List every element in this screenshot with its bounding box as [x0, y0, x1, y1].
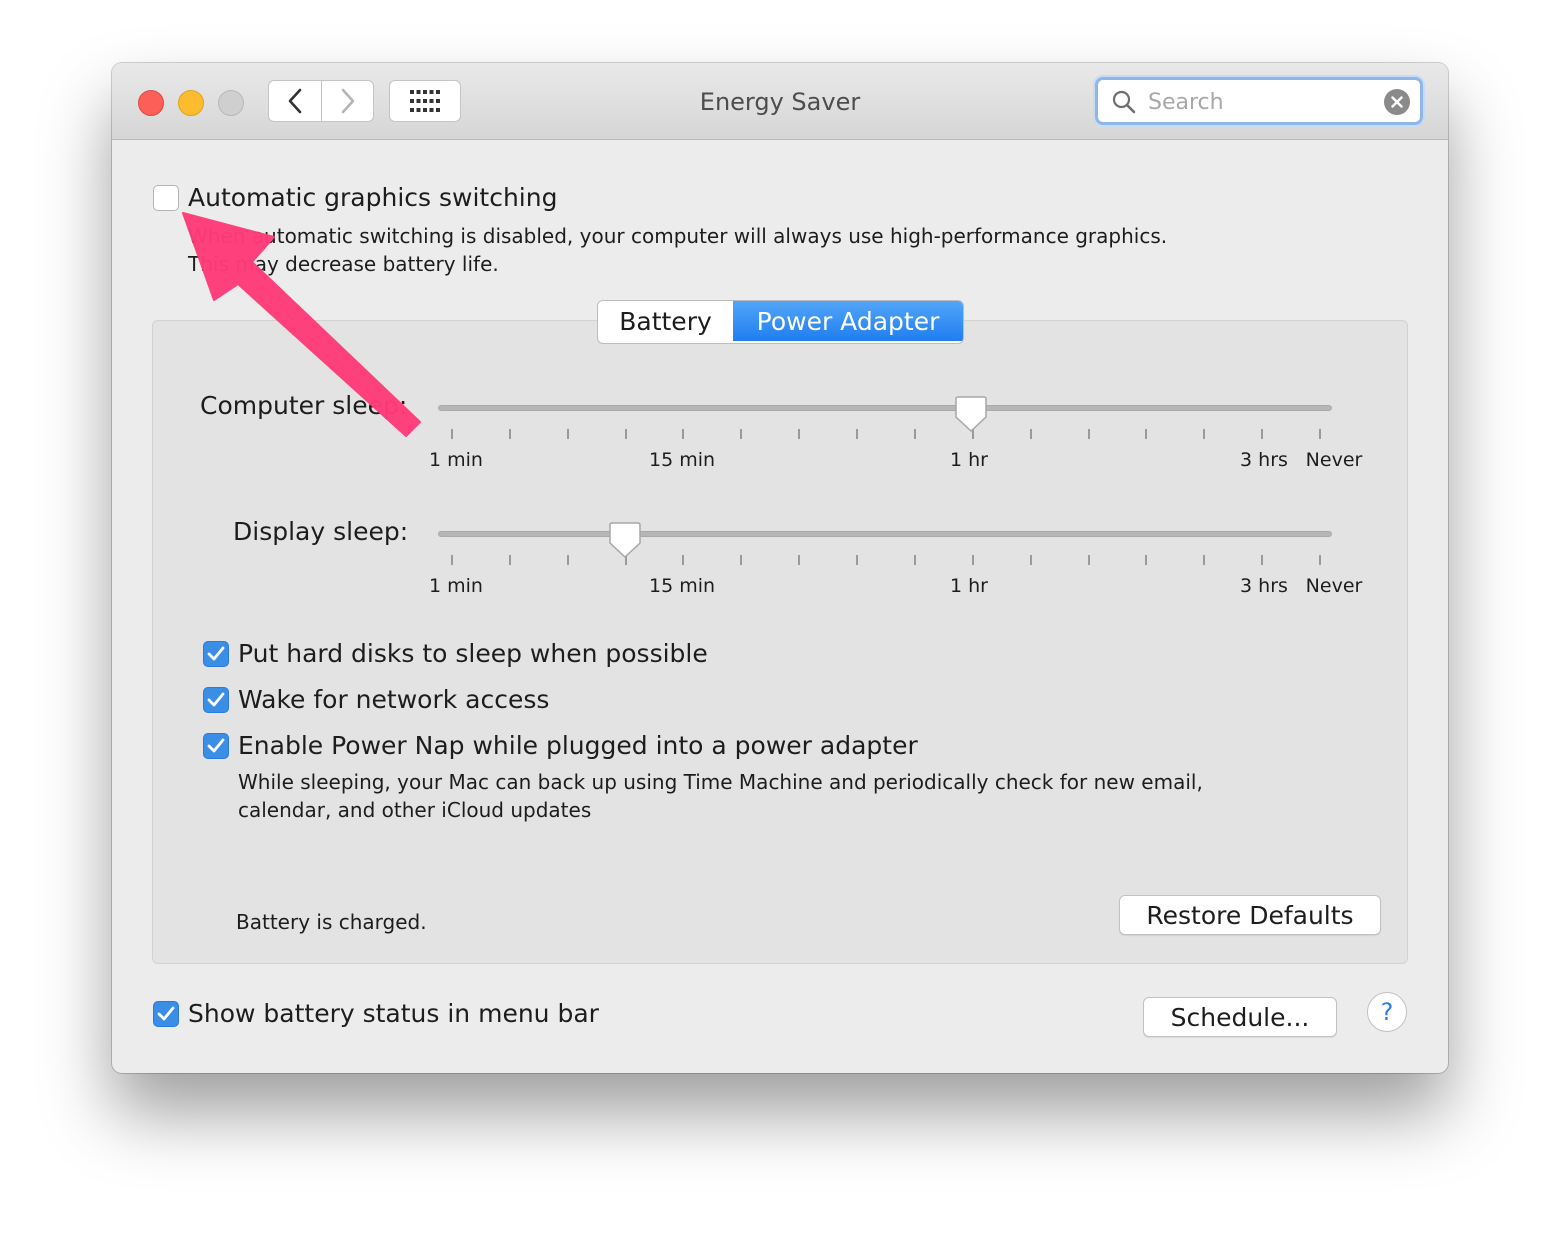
- display-sleep-slider-thumb[interactable]: [609, 521, 641, 559]
- power-nap-checkbox[interactable]: [203, 733, 229, 759]
- slider-tick: [856, 429, 859, 439]
- help-icon: ?: [1380, 998, 1394, 1026]
- slider-tick: [856, 555, 859, 565]
- slider-tick: [1203, 429, 1206, 439]
- power-nap-label: Enable Power Nap while plugged into a po…: [238, 731, 918, 760]
- graphics-switching-label: Automatic graphics switching: [188, 183, 558, 212]
- slider-tick: [913, 429, 916, 439]
- computer-sleep-slider[interactable]: [438, 405, 1332, 411]
- hard-disk-sleep-label: Put hard disks to sleep when possible: [238, 639, 708, 668]
- slider-tick: [1261, 429, 1264, 439]
- slider-tick: [1087, 555, 1090, 565]
- show-battery-status-label: Show battery status in menu bar: [188, 999, 599, 1028]
- slider-tick: [1145, 555, 1148, 565]
- display-sleep-tick-labels: 1 min 15 min 1 hr 3 hrs Never: [112, 575, 1448, 605]
- checkmark-icon: [207, 646, 225, 661]
- slider-tick: [624, 429, 627, 439]
- tick-label-3-hrs: 3 hrs: [1240, 449, 1288, 471]
- tick-label-1-hr: 1 hr: [950, 449, 988, 471]
- slider-tick: [566, 429, 569, 439]
- wake-network-checkbox[interactable]: [203, 687, 229, 713]
- tick-label-1-hr: 1 hr: [950, 575, 988, 597]
- slider-tick: [798, 429, 801, 439]
- slider-tick: [1029, 429, 1032, 439]
- show-battery-status-checkbox[interactable]: [153, 1001, 179, 1027]
- slider-tick: [1145, 429, 1148, 439]
- tick-label-never: Never: [1305, 575, 1363, 597]
- schedule-button[interactable]: Schedule...: [1143, 997, 1337, 1037]
- slider-tick: [451, 429, 453, 439]
- display-sleep-slider[interactable]: [438, 531, 1332, 537]
- slider-tick: [1203, 555, 1206, 565]
- display-sleep-label: Display sleep:: [233, 517, 409, 546]
- graphics-switching-description-line2: This may decrease battery life.: [188, 252, 499, 276]
- clear-icon: [1391, 96, 1403, 108]
- search-icon: [1112, 90, 1136, 114]
- search-input[interactable]: [1146, 86, 1380, 118]
- power-nap-description-line2: calendar, and other iCloud updates: [238, 798, 592, 822]
- slider-tick: [740, 429, 743, 439]
- tab-power-adapter[interactable]: Power Adapter: [733, 301, 963, 341]
- slider-tick: [740, 555, 743, 565]
- tick-label-3-hrs: 3 hrs: [1240, 575, 1288, 597]
- slider-tick: [682, 429, 685, 439]
- wake-network-label: Wake for network access: [238, 685, 550, 714]
- power-nap-description-line1: While sleeping, your Mac can back up usi…: [238, 770, 1203, 794]
- slider-tick: [913, 555, 916, 565]
- help-button[interactable]: ?: [1367, 992, 1407, 1032]
- tick-label-15-min: 15 min: [648, 449, 716, 471]
- slider-tick: [798, 555, 801, 565]
- slider-tick: [508, 555, 511, 565]
- restore-defaults-button[interactable]: Restore Defaults: [1119, 895, 1381, 935]
- tick-label-never: Never: [1305, 449, 1363, 471]
- tab-battery[interactable]: Battery: [598, 301, 733, 341]
- checkmark-icon: [207, 738, 225, 753]
- checkmark-icon: [207, 692, 225, 707]
- clear-search-button[interactable]: [1384, 89, 1410, 115]
- computer-sleep-tick-labels: 1 min 15 min 1 hr 3 hrs Never: [112, 449, 1448, 479]
- computer-sleep-slider-thumb[interactable]: [955, 395, 987, 433]
- slider-tick: [566, 555, 569, 565]
- search-field[interactable]: [1095, 77, 1423, 125]
- graphics-switching-checkbox[interactable]: [153, 185, 179, 211]
- slider-tick: [682, 555, 685, 565]
- graphics-switching-description-line1: When automatic switching is disabled, yo…: [188, 224, 1168, 248]
- slider-tick: [1319, 429, 1321, 439]
- slider-tick: [1261, 555, 1264, 565]
- tick-label-15-min: 15 min: [648, 575, 716, 597]
- hard-disk-sleep-checkbox[interactable]: [203, 641, 229, 667]
- slider-tick: [508, 429, 511, 439]
- tick-label-1-min: 1 min: [429, 575, 483, 597]
- slider-tick: [971, 555, 974, 565]
- slider-tick: [1029, 555, 1032, 565]
- slider-tick: [1319, 555, 1321, 565]
- computer-sleep-label: Computer sleep:: [200, 391, 408, 420]
- checkmark-icon: [157, 1006, 175, 1021]
- energy-saver-window: Energy Saver Automatic graphics switchin…: [112, 63, 1448, 1073]
- display-sleep-ticks: [451, 555, 1321, 567]
- slider-tick: [1087, 429, 1090, 439]
- battery-status-text: Battery is charged.: [236, 910, 427, 934]
- power-source-tabs: Battery Power Adapter: [597, 300, 964, 344]
- slider-tick: [451, 555, 453, 565]
- tick-label-1-min: 1 min: [429, 449, 483, 471]
- titlebar: Energy Saver: [112, 63, 1448, 140]
- computer-sleep-ticks: [451, 429, 1321, 441]
